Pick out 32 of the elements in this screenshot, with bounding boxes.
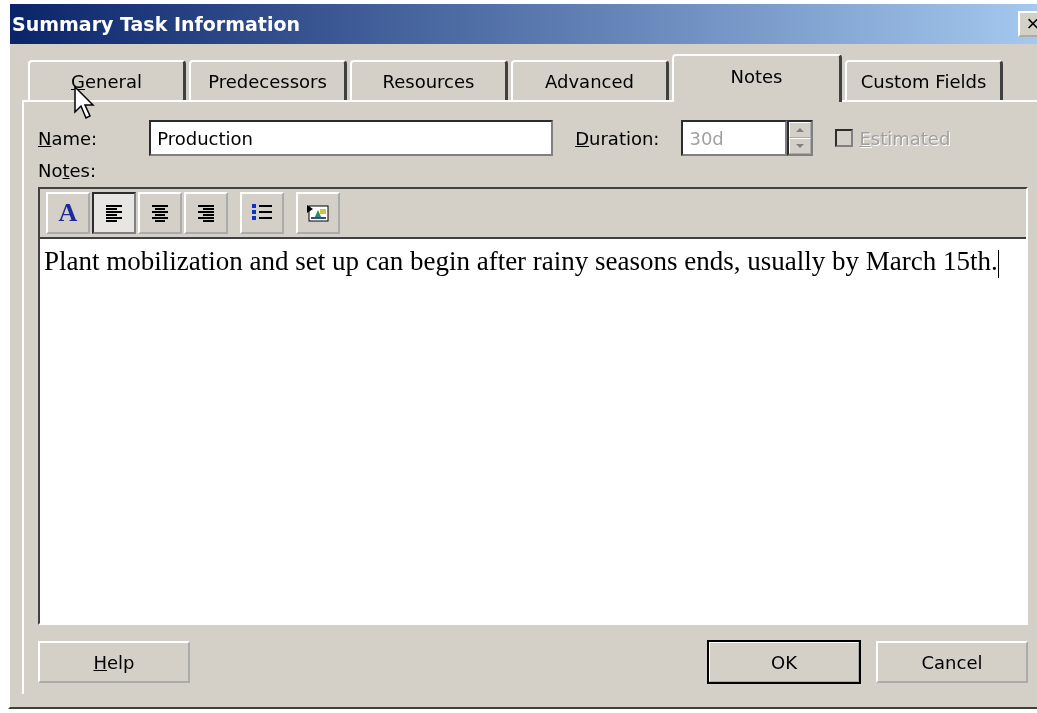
- align-center-icon: [150, 204, 170, 222]
- name-label: Name:: [38, 127, 98, 149]
- object-button[interactable]: [296, 192, 340, 234]
- notes-label: Notes:: [38, 160, 98, 181]
- cancel-button[interactable]: Cancel: [876, 641, 1028, 683]
- name-field[interactable]: Production: [149, 120, 554, 156]
- align-left-button[interactable]: [92, 192, 136, 234]
- align-right-icon: [196, 204, 216, 222]
- tab[interactable]: Resources: [350, 60, 508, 100]
- down-arrow-icon: [796, 144, 805, 148]
- tab[interactable]: Notes: [672, 54, 842, 102]
- align-right-button[interactable]: [184, 192, 228, 234]
- spinner[interactable]: [787, 120, 814, 156]
- close-button[interactable]: ×: [1018, 11, 1037, 37]
- tab[interactable]: Predecessors: [189, 60, 347, 100]
- bullets-button[interactable]: [240, 192, 284, 234]
- help-button[interactable]: Help: [38, 641, 190, 683]
- tab[interactable]: General: [28, 60, 186, 100]
- insert-object-icon: [306, 202, 330, 224]
- align-center-button[interactable]: [138, 192, 182, 234]
- window-title: Summary Task Information: [11, 13, 300, 35]
- text-cursor: [997, 249, 999, 278]
- font-button[interactable]: A: [46, 192, 90, 234]
- tab[interactable]: Advanced: [511, 60, 669, 100]
- notes-text-area[interactable]: Plant mobilization and set up can begin after rainy seasons ends, usually by March 15th.: [40, 239, 1026, 623]
- ok-button[interactable]: OK: [708, 641, 860, 683]
- bullet-list-icon: [251, 203, 273, 223]
- notes-text: Plant mobilization and set up can begin after rainy seasons ends, usually by March 15th.: [44, 246, 998, 276]
- tab[interactable]: Custom Fields: [845, 60, 1003, 100]
- duration-label: Duration:: [575, 127, 660, 149]
- up-arrow-icon: [796, 128, 805, 132]
- align-left-icon: [104, 204, 124, 222]
